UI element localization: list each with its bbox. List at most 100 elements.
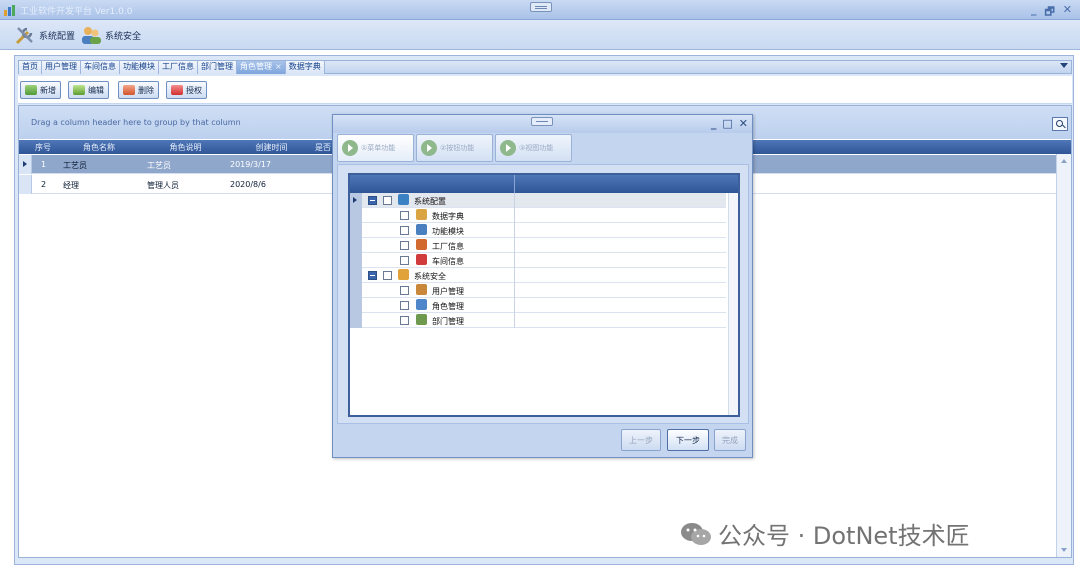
ribbon-bar: 系统配置 系统安全 (0, 20, 1080, 50)
arrow-right-icon (500, 140, 516, 156)
titlebar-grip[interactable] (530, 2, 552, 12)
grid-vertical-scrollbar[interactable] (1056, 154, 1071, 557)
tree-node-data-dictionary[interactable]: 数据字典 (362, 208, 726, 223)
node-checkbox[interactable] (400, 256, 409, 265)
ribbon-item-label: 系统安全 (105, 31, 142, 42)
delete-icon (123, 85, 135, 95)
authorize-icon (171, 85, 183, 95)
delete-button[interactable]: 删除 (118, 81, 159, 99)
tab-workshop-info[interactable]: 车间信息 (81, 61, 120, 74)
factory-icon (416, 239, 427, 250)
tab-list-dropdown-icon[interactable] (1060, 63, 1068, 68)
ribbon-item-system-config[interactable]: 系统配置 (14, 24, 75, 46)
dialog-grip[interactable] (531, 117, 553, 126)
node-checkbox[interactable] (400, 286, 409, 295)
tree-vertical-scrollbar[interactable] (728, 193, 738, 415)
ribbon-item-system-security[interactable]: 系统安全 (80, 24, 141, 46)
watermark-text: 公众号 · DotNet技术匠 (718, 522, 970, 550)
module-icon (416, 224, 427, 235)
find-panel-search-icon[interactable] (1052, 117, 1068, 131)
cell-role-desc[interactable]: 工艺员 (147, 160, 171, 171)
step-view-function[interactable]: ③视图功能 (495, 134, 572, 162)
finish-button[interactable]: 完成 (714, 429, 746, 451)
tab-department-management[interactable]: 部门管理 (198, 61, 237, 74)
tree-node-department-management[interactable]: 部门管理 (362, 313, 726, 328)
arrow-right-icon (342, 140, 358, 156)
ribbon-item-label: 系统配置 (39, 31, 76, 42)
cell-role-name[interactable]: 经理 (63, 180, 79, 191)
wizard-steps: ①菜单功能 ②按钮功能 ③视图功能 (337, 134, 572, 162)
wizard-page: 系统配置 数据字典 功能模块 工厂信息 车间信息 系统安全 用户管理 角色管理 … (337, 164, 749, 424)
cell-created[interactable]: 2020/8/6 (230, 180, 266, 189)
dialog-maximize-button[interactable]: □ (722, 117, 732, 130)
row-indicator (19, 175, 32, 194)
step-button-function[interactable]: ②按钮功能 (416, 134, 493, 162)
node-checkbox[interactable] (383, 196, 392, 205)
column-header-created[interactable]: 创建时间 (229, 142, 314, 153)
node-checkbox[interactable] (400, 316, 409, 325)
dictionary-icon (416, 209, 427, 220)
column-header-desc[interactable]: 角色说明 (144, 142, 227, 153)
tools-icon (398, 194, 409, 205)
node-checkbox[interactable] (383, 271, 392, 280)
authorize-button[interactable]: 授权 (166, 81, 207, 99)
dialog-close-button[interactable]: ✕ (739, 117, 748, 130)
collapse-icon[interactable] (368, 196, 377, 205)
tree-node-system-security[interactable]: 系统安全 (362, 268, 726, 283)
user-icon (416, 284, 427, 295)
department-icon (416, 314, 427, 325)
dialog-titlebar[interactable]: _ □ ✕ (333, 115, 752, 133)
tab-close-icon[interactable]: × (275, 62, 282, 71)
node-checkbox[interactable] (400, 211, 409, 220)
tools-icon (15, 27, 33, 45)
cell-role-desc[interactable]: 管理人员 (147, 180, 179, 191)
tab-role-management[interactable]: 角色管理 × (237, 61, 286, 74)
watermark: 公众号 · DotNet技术匠 (680, 516, 970, 551)
wizard-footer: 上一步 下一步 完成 (337, 426, 749, 456)
users-icon (398, 269, 409, 280)
menu-tree: 系统配置 数据字典 功能模块 工厂信息 车间信息 系统安全 用户管理 角色管理 … (348, 173, 740, 417)
tab-strip: 首页 用户管理 车间信息 功能模块 工厂信息 部门管理 角色管理 × 数据字典 (18, 60, 1072, 74)
collapse-icon[interactable] (368, 271, 377, 280)
tab-user-management[interactable]: 用户管理 (42, 61, 81, 74)
tab-factory-info[interactable]: 工厂信息 (159, 61, 198, 74)
tree-node-role-management[interactable]: 角色管理 (362, 298, 726, 313)
edit-icon (73, 85, 85, 95)
node-checkbox[interactable] (400, 226, 409, 235)
tree-node-function-module[interactable]: 功能模块 (362, 223, 726, 238)
toolbar: 新增 编辑 删除 授权 (18, 76, 1072, 104)
tree-node-factory-info[interactable]: 工厂信息 (362, 238, 726, 253)
users-icon (82, 27, 101, 44)
tree-row-indicator-column (350, 193, 362, 328)
wechat-icon (681, 522, 711, 545)
node-checkbox[interactable] (400, 301, 409, 310)
column-header-no[interactable]: 序号 (33, 142, 53, 153)
authorization-dialog: _ □ ✕ ①菜单功能 ②按钮功能 ③视图功能 系统配置 数据字典 功能模块 工… (332, 114, 753, 458)
tab-home[interactable]: 首页 (19, 61, 42, 74)
node-checkbox[interactable] (400, 241, 409, 250)
current-row-pointer-icon (353, 197, 357, 203)
window-titlebar: 工业软件开发平台 Ver1.0.0 _ 🗗 ✕ (0, 0, 1080, 20)
tab-data-dictionary[interactable]: 数据字典 (285, 61, 325, 74)
calendar-icon (416, 254, 427, 265)
tab-function-module[interactable]: 功能模块 (120, 61, 159, 74)
group-panel-hint: Drag a column header here to group by th… (31, 118, 241, 127)
cell-created[interactable]: 2019/3/17 (230, 160, 271, 169)
step-menu-function[interactable]: ①菜单功能 (337, 134, 414, 162)
app-icon (4, 5, 15, 16)
tree-node-system-config[interactable]: 系统配置 (353, 193, 726, 208)
role-icon (416, 299, 427, 310)
dialog-minimize-button[interactable]: _ (711, 117, 717, 130)
arrow-right-icon (421, 140, 437, 156)
add-button[interactable]: 新增 (20, 81, 61, 99)
add-icon (25, 85, 37, 95)
tree-node-user-management[interactable]: 用户管理 (362, 283, 726, 298)
next-step-button[interactable]: 下一步 (667, 429, 709, 451)
cell-role-name[interactable]: 工艺员 (63, 160, 87, 171)
window-title: 工业软件开发平台 Ver1.0.0 (20, 7, 133, 17)
column-header-name[interactable]: 角色名称 (59, 142, 139, 153)
edit-button[interactable]: 编辑 (68, 81, 109, 99)
prev-step-button[interactable]: 上一步 (621, 429, 661, 451)
tree-header (350, 175, 738, 193)
tree-node-workshop-info[interactable]: 车间信息 (362, 253, 726, 268)
